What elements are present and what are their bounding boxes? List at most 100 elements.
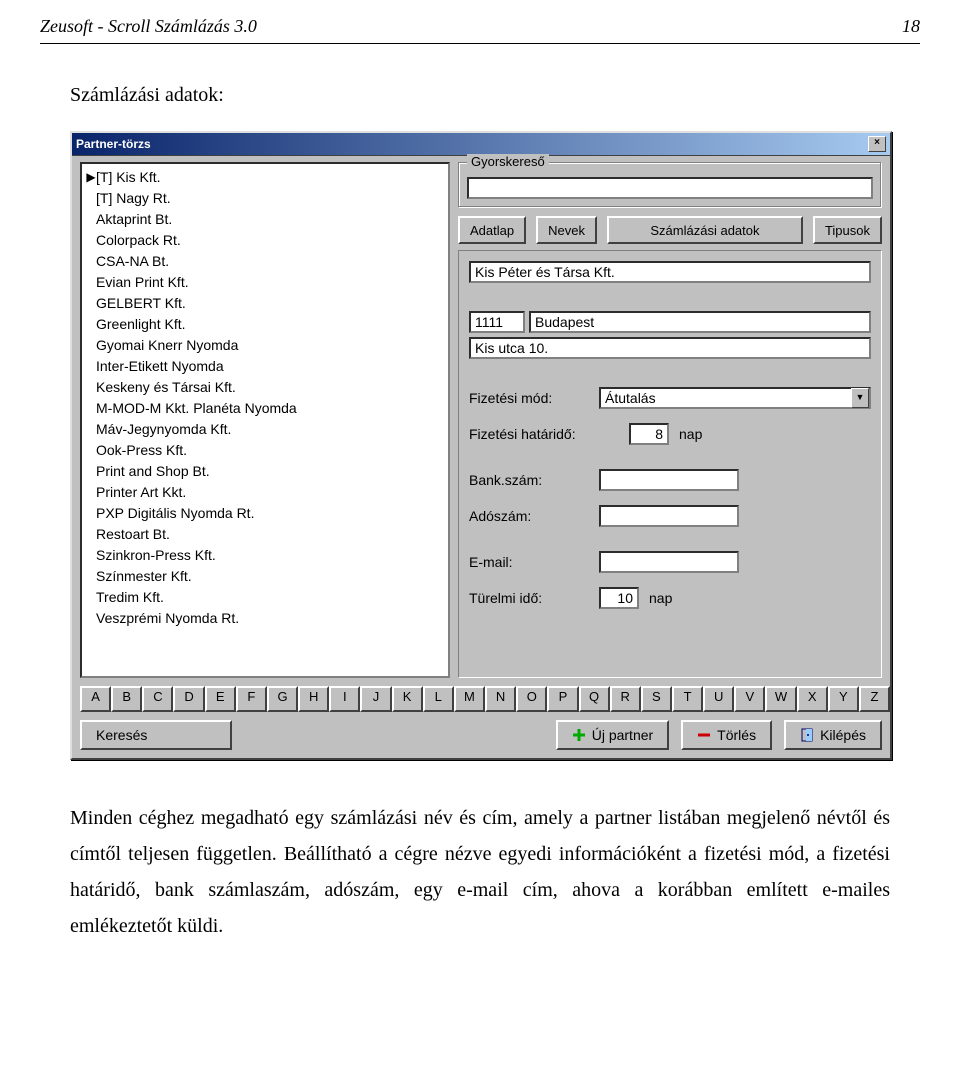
alpha-button-a[interactable]: A bbox=[80, 686, 111, 712]
alpha-button-o[interactable]: O bbox=[516, 686, 547, 712]
alpha-button-p[interactable]: P bbox=[547, 686, 578, 712]
tab-tipusok[interactable]: Tipusok bbox=[813, 216, 882, 244]
tab-nevek[interactable]: Nevek bbox=[536, 216, 597, 244]
list-item-label: [T] Kis Kft. bbox=[96, 169, 161, 185]
alpha-button-t[interactable]: T bbox=[672, 686, 703, 712]
alpha-button-r[interactable]: R bbox=[610, 686, 641, 712]
list-item-label: Inter-Etikett Nyomda bbox=[96, 358, 224, 374]
list-item-label: Keskeny és Társai Kft. bbox=[96, 379, 236, 395]
pay-method-value: Átutalás bbox=[605, 389, 656, 407]
pay-method-combo[interactable]: Átutalás ▼ bbox=[599, 387, 871, 409]
tabs: Adatlap Nevek Számlázási adatok Tipusok bbox=[458, 216, 882, 244]
pay-term-input[interactable]: 8 bbox=[629, 423, 669, 445]
list-item[interactable]: GELBERT Kft. bbox=[84, 292, 446, 313]
grace-input[interactable]: 10 bbox=[599, 587, 639, 609]
list-item[interactable]: Aktaprint Bt. bbox=[84, 208, 446, 229]
close-button[interactable]: × bbox=[868, 136, 886, 152]
alpha-button-f[interactable]: F bbox=[236, 686, 267, 712]
list-item-label: Print and Shop Bt. bbox=[96, 463, 210, 479]
bank-input[interactable] bbox=[599, 469, 739, 491]
bank-label: Bank.szám: bbox=[469, 472, 599, 488]
list-item[interactable]: Colorpack Rt. bbox=[84, 229, 446, 250]
list-item[interactable]: CSA-NA Bt. bbox=[84, 250, 446, 271]
footer-bar: Keresés Új partner Törlés Kilépés bbox=[72, 716, 890, 758]
doc-header: Zeusoft - Scroll Számlázás 3.0 18 bbox=[40, 16, 920, 37]
company-name-input[interactable]: Kis Péter és Társa Kft. bbox=[469, 261, 871, 283]
new-partner-button[interactable]: Új partner bbox=[556, 720, 669, 750]
list-item-label: CSA-NA Bt. bbox=[96, 253, 169, 269]
email-input[interactable] bbox=[599, 551, 739, 573]
list-item-label: Evian Print Kft. bbox=[96, 274, 189, 290]
alpha-button-z[interactable]: Z bbox=[859, 686, 890, 712]
list-item-label: Gyomai Knerr Nyomda bbox=[96, 337, 238, 353]
city-input[interactable]: Budapest bbox=[529, 311, 871, 333]
pay-term-unit: nap bbox=[679, 426, 702, 442]
street-input[interactable]: Kis utca 10. bbox=[469, 337, 871, 359]
delete-button[interactable]: Törlés bbox=[681, 720, 772, 750]
list-item[interactable]: PXP Digitális Nyomda Rt. bbox=[84, 502, 446, 523]
list-item-label: [T] Nagy Rt. bbox=[96, 190, 171, 206]
list-item[interactable]: Máv-Jegynyomda Kft. bbox=[84, 418, 446, 439]
alpha-button-k[interactable]: K bbox=[392, 686, 423, 712]
chevron-down-icon[interactable]: ▼ bbox=[851, 388, 869, 408]
list-item[interactable]: Keskeny és Társai Kft. bbox=[84, 376, 446, 397]
zip-input[interactable]: 1111 bbox=[469, 311, 525, 333]
alpha-button-x[interactable]: X bbox=[797, 686, 828, 712]
list-item[interactable]: ▶[T] Kis Kft. bbox=[84, 166, 446, 187]
list-item[interactable]: M-MOD-M Kkt. Planéta Nyomda bbox=[84, 397, 446, 418]
search-button-label: Keresés bbox=[96, 727, 147, 743]
new-partner-label: Új partner bbox=[592, 727, 653, 743]
alpha-button-g[interactable]: G bbox=[267, 686, 298, 712]
list-item-label: Printer Art Kkt. bbox=[96, 484, 186, 500]
alpha-button-j[interactable]: J bbox=[360, 686, 391, 712]
list-item[interactable]: Evian Print Kft. bbox=[84, 271, 446, 292]
alpha-button-i[interactable]: I bbox=[329, 686, 360, 712]
alpha-button-u[interactable]: U bbox=[703, 686, 734, 712]
list-item[interactable]: Restoart Bt. bbox=[84, 523, 446, 544]
exit-button[interactable]: Kilépés bbox=[784, 720, 882, 750]
tab-adatlap[interactable]: Adatlap bbox=[458, 216, 526, 244]
alpha-button-e[interactable]: E bbox=[205, 686, 236, 712]
alpha-button-d[interactable]: D bbox=[173, 686, 204, 712]
alpha-button-b[interactable]: B bbox=[111, 686, 142, 712]
tax-input[interactable] bbox=[599, 505, 739, 527]
alpha-button-w[interactable]: W bbox=[765, 686, 796, 712]
grace-label: Türelmi idő: bbox=[469, 590, 599, 606]
quicksearch-input[interactable] bbox=[467, 177, 873, 199]
list-item[interactable]: Printer Art Kkt. bbox=[84, 481, 446, 502]
list-item[interactable]: [T] Nagy Rt. bbox=[84, 187, 446, 208]
tab-szamlazasi-adatok[interactable]: Számlázási adatok bbox=[607, 216, 803, 244]
list-item[interactable]: Print and Shop Bt. bbox=[84, 460, 446, 481]
list-item-label: GELBERT Kft. bbox=[96, 295, 186, 311]
pay-method-label: Fizetési mód: bbox=[469, 390, 599, 406]
alpha-button-s[interactable]: S bbox=[641, 686, 672, 712]
search-button[interactable]: Keresés bbox=[80, 720, 232, 750]
alpha-button-y[interactable]: Y bbox=[828, 686, 859, 712]
list-item[interactable]: Tredim Kft. bbox=[84, 586, 446, 607]
partner-window: Partner-törzs × ▶[T] Kis Kft.[T] Nagy Rt… bbox=[70, 131, 892, 760]
alpha-button-n[interactable]: N bbox=[485, 686, 516, 712]
alpha-button-l[interactable]: L bbox=[423, 686, 454, 712]
partner-listbox[interactable]: ▶[T] Kis Kft. [T] Nagy Rt. Aktaprint Bt.Co… bbox=[80, 162, 450, 678]
alpha-button-q[interactable]: Q bbox=[579, 686, 610, 712]
alpha-button-h[interactable]: H bbox=[298, 686, 329, 712]
alpha-button-c[interactable]: C bbox=[142, 686, 173, 712]
alphabet-strip: ABCDEFGHIJKLMNOPQRSTUVWXYZ bbox=[72, 682, 890, 716]
list-item[interactable]: Gyomai Knerr Nyomda bbox=[84, 334, 446, 355]
list-item-label: Ook-Press Kft. bbox=[96, 442, 187, 458]
doc-title: Zeusoft - Scroll Számlázás 3.0 bbox=[40, 16, 257, 37]
list-item-label: Restoart Bt. bbox=[96, 526, 170, 542]
list-item[interactable]: Greenlight Kft. bbox=[84, 313, 446, 334]
alpha-button-m[interactable]: M bbox=[454, 686, 485, 712]
list-item[interactable]: Színmester Kft. bbox=[84, 565, 446, 586]
list-item-label: Tredim Kft. bbox=[96, 589, 164, 605]
list-item[interactable]: Veszprémi Nyomda Rt. bbox=[84, 607, 446, 628]
billing-form: Kis Péter és Társa Kft. 1111 Budapest Ki… bbox=[458, 250, 882, 678]
body-paragraph: Minden céghez megadható egy számlázási n… bbox=[70, 800, 890, 944]
list-item[interactable]: Inter-Etikett Nyomda bbox=[84, 355, 446, 376]
list-item[interactable]: Ook-Press Kft. bbox=[84, 439, 446, 460]
alpha-button-v[interactable]: V bbox=[734, 686, 765, 712]
list-item-label: Veszprémi Nyomda Rt. bbox=[96, 610, 239, 626]
list-item[interactable]: Szinkron-Press Kft. bbox=[84, 544, 446, 565]
list-item-label: Greenlight Kft. bbox=[96, 316, 186, 332]
